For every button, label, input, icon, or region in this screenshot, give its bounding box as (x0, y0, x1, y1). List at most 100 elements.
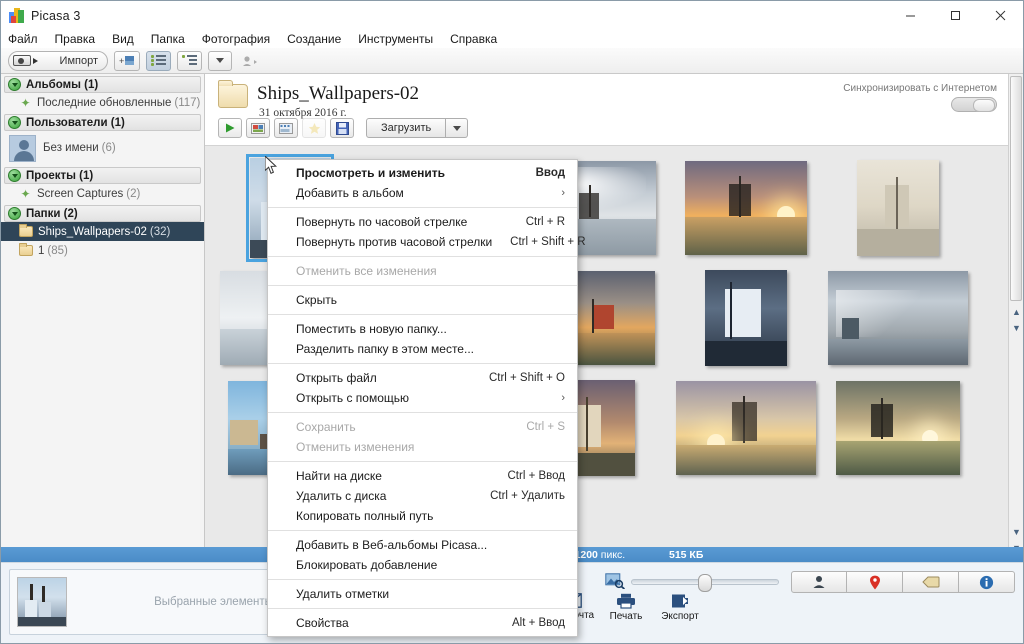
context-menu-item-move-to-new-folder[interactable]: Поместить в новую папку... (268, 319, 577, 339)
context-item-label: Разделить папку в этом месте... (296, 342, 474, 356)
photo-thumbnail[interactable] (828, 271, 968, 365)
view-options-dropdown[interactable] (208, 50, 232, 71)
places-view-button[interactable] (847, 571, 903, 593)
movie-button[interactable] (274, 118, 298, 138)
context-menu-item-block-upload[interactable]: Блокировать добавление (268, 555, 577, 575)
context-item-accel: Ctrl + S (526, 421, 565, 433)
context-menu-item-remove-marks[interactable]: Удалить отметки (268, 584, 577, 604)
menu-item-folder[interactable]: Папка (151, 31, 194, 48)
upload-dropdown-button[interactable] (446, 118, 469, 138)
scroll-up-icon[interactable]: ▲ (1011, 306, 1022, 317)
sidebar-group-people[interactable]: Пользователи (1) (4, 114, 201, 131)
save-button[interactable] (330, 118, 354, 138)
star-button[interactable] (302, 118, 326, 138)
context-item-accel: Alt + Ввод (511, 617, 565, 629)
add-photo-button[interactable]: + (114, 50, 140, 71)
context-menu-item-add-to-picasa-web[interactable]: Добавить в Веб-альбомы Picasa... (268, 535, 577, 555)
context-menu-item-rotate-cw[interactable]: Повернуть по часовой стрелке Ctrl + R (268, 212, 577, 232)
context-menu-item-rotate-ccw[interactable]: Повернуть против часовой стрелки Ctrl + … (268, 232, 586, 252)
tags-view-button[interactable] (903, 571, 959, 593)
menu-item-photo[interactable]: Фотография (202, 31, 279, 48)
menu-item-help[interactable]: Справка (450, 31, 506, 48)
menu-separator (268, 363, 577, 364)
context-item-label: Отменить все изменения (296, 264, 437, 278)
collapse-toggle-icon[interactable] (8, 116, 21, 129)
view-tree-button[interactable] (177, 50, 202, 71)
menu-item-edit[interactable]: Правка (55, 31, 105, 48)
zoom-slider[interactable] (631, 574, 779, 592)
menu-item-view[interactable]: Вид (112, 31, 143, 48)
tray-thumbnail[interactable] (17, 577, 67, 627)
minimize-button[interactable] (888, 1, 933, 30)
context-menu-item-copy-full-path[interactable]: Копировать полный путь (268, 506, 577, 526)
people-tag-button[interactable] (238, 51, 262, 71)
context-menu-item-hide[interactable]: Скрыть (268, 290, 577, 310)
sidebar-item-count: (2) (126, 187, 141, 200)
photo-thumbnail[interactable] (836, 381, 960, 475)
people-view-button[interactable] (791, 571, 847, 593)
close-button[interactable] (978, 1, 1023, 30)
context-item-label: Просмотреть и изменить (296, 166, 446, 180)
context-item-accel: Ctrl + R (525, 216, 565, 228)
menu-item-file[interactable]: Файл (8, 31, 47, 48)
scroll-down-icon[interactable]: ▼ (1011, 526, 1022, 537)
view-list-button[interactable] (146, 50, 171, 71)
window-controls (888, 1, 1023, 30)
info-view-button[interactable] (959, 571, 1015, 593)
sidebar-item-folder-1[interactable]: 1 (85) (1, 241, 204, 260)
print-button[interactable]: Печать (599, 593, 653, 643)
import-button[interactable]: Импорт (8, 50, 108, 71)
sidebar-group-projects[interactable]: Проекты (1) (4, 167, 201, 184)
sidebar-item-label: Без имени (43, 142, 99, 154)
context-menu-item-open-with[interactable]: Открыть с помощью › (268, 388, 577, 408)
slideshow-button[interactable] (218, 118, 242, 138)
zoom-slider-handle[interactable] (698, 574, 712, 592)
menu-separator (268, 314, 577, 315)
sidebar-item-recent-updates[interactable]: ✦ Последние обновленные (117) (1, 93, 204, 112)
context-item-accel: Ctrl + Shift + O (488, 372, 565, 384)
sync-toggle[interactable] (951, 97, 997, 112)
photo-thumbnail[interactable] (857, 160, 939, 256)
photo-thumbnail[interactable] (705, 270, 787, 366)
grid-cell (670, 263, 822, 373)
context-item-label: Добавить в альбом (296, 186, 404, 200)
photo-thumbnail[interactable] (685, 161, 807, 255)
menu-separator (268, 412, 577, 413)
folder-action-bar: Загрузить (218, 118, 469, 138)
menu-item-tools[interactable]: Инструменты (358, 31, 442, 48)
sidebar-item-unnamed-person[interactable]: Без имени (6) (1, 131, 204, 165)
menu-separator (268, 461, 577, 462)
sidebar-item-label: Последние обновленные (37, 96, 172, 109)
context-menu-item-open-file[interactable]: Открыть файл Ctrl + Shift + O (268, 368, 577, 388)
vertical-scrollbar[interactable]: ▲ ▼ ▼ ▼ (1008, 74, 1023, 561)
sidebar-item-label: Screen Captures (37, 187, 124, 200)
context-menu-item-properties[interactable]: Свойства Alt + Ввод (268, 613, 577, 633)
context-menu[interactable]: Просмотреть и изменить Ввод Добавить в а… (267, 159, 586, 637)
folder-icon (19, 224, 33, 237)
sidebar-group-label: Альбомы (1) (26, 78, 99, 91)
photo-thumbnail[interactable] (676, 381, 816, 475)
collapse-toggle-icon[interactable] (8, 169, 21, 182)
context-menu-item-split-folder[interactable]: Разделить папку в этом месте... (268, 339, 577, 359)
export-label: Экспорт (661, 611, 699, 622)
upload-button[interactable]: Загрузить (366, 118, 447, 138)
menu-item-create[interactable]: Создание (287, 31, 350, 48)
context-menu-item-locate-on-disk[interactable]: Найти на диске Ctrl + Ввод (268, 466, 577, 486)
collapse-toggle-icon[interactable] (8, 78, 21, 91)
context-menu-item-delete-from-disk[interactable]: Удалить с диска Ctrl + Удалить (268, 486, 577, 506)
file-size: 515 КБ (669, 548, 704, 561)
scroll-down-icon[interactable]: ▼ (1011, 322, 1022, 333)
collapse-toggle-icon[interactable] (8, 207, 21, 220)
print-label: Печать (609, 611, 643, 622)
chevron-right-icon: › (561, 392, 565, 404)
sidebar-group-folders[interactable]: Папки (2) (4, 205, 201, 222)
context-menu-item-add-to-album[interactable]: Добавить в альбом › (268, 183, 577, 203)
sidebar-group-albums[interactable]: Альбомы (1) (4, 76, 201, 93)
sidebar-item-screen-captures[interactable]: ✦ Screen Captures (2) (1, 184, 204, 203)
export-button[interactable]: Экспорт (653, 593, 707, 643)
sidebar-item-ships-wallpapers[interactable]: Ships_Wallpapers-02 (32) (1, 222, 204, 241)
maximize-button[interactable] (933, 1, 978, 30)
scrollbar-thumb[interactable] (1010, 76, 1022, 301)
collage-button[interactable] (246, 118, 270, 138)
context-menu-item-view-edit[interactable]: Просмотреть и изменить Ввод (268, 163, 577, 183)
